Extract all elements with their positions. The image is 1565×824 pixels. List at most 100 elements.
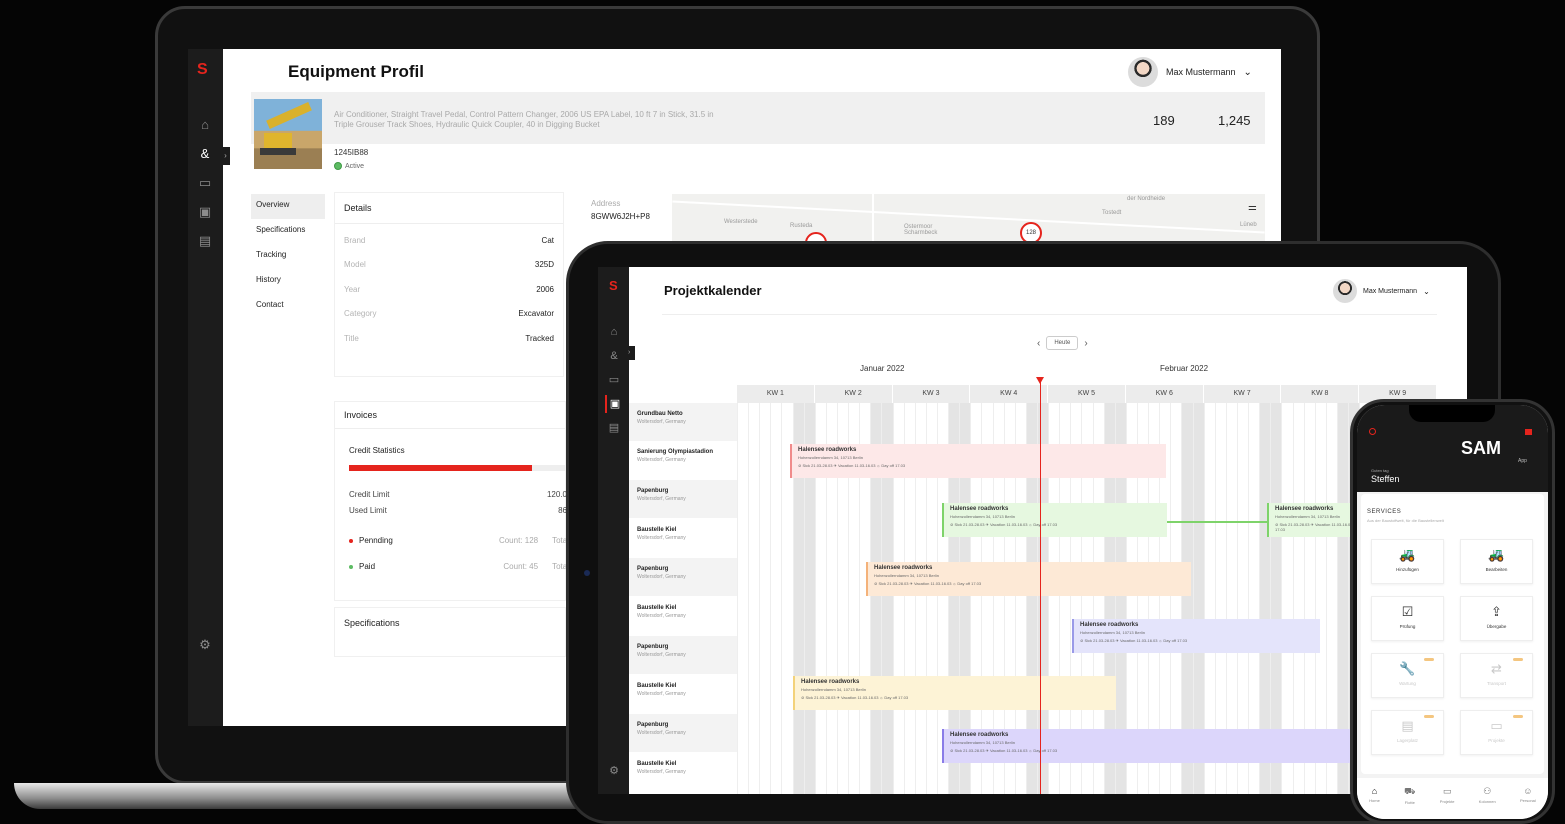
resource-row[interactable]: Grundbau Netto Woltersdorf, Germany — [629, 403, 737, 441]
chevron-left-icon[interactable]: ‹ — [1037, 338, 1040, 349]
user-menu[interactable]: Max Mustermann ⌄ — [1128, 57, 1252, 87]
folder-icon[interactable]: ▭ — [605, 371, 623, 389]
app-logo[interactable]: S — [609, 278, 618, 293]
services-subtitle: Aus der Baustoffwelt, für die Baustellen… — [1367, 518, 1444, 523]
map-marker[interactable]: 128 — [1020, 222, 1042, 242]
address-panel: Address 8GWW6J2H+P8 — [585, 194, 671, 242]
coming-soon-badge — [1513, 715, 1523, 718]
tab-projekte[interactable]: ▭ Projekte — [1440, 786, 1455, 819]
coming-soon-badge — [1424, 658, 1434, 661]
resource-row[interactable]: Papenburg Woltersdorf, Germany — [629, 714, 737, 752]
map-label: Rusteda — [790, 223, 813, 229]
map-label: der Nordheide — [1127, 196, 1166, 202]
notification-icon[interactable] — [1525, 429, 1532, 435]
garage-icon[interactable]: ▤ — [195, 231, 215, 251]
garage-icon[interactable]: ▤ — [605, 419, 623, 437]
status-text: Active — [345, 162, 365, 170]
resource-row[interactable]: Sanierung Olympiastadion Woltersdorf, Ger… — [629, 441, 737, 479]
phone-screen: SAM App Guten tag Steffen SERVICES Aus d… — [1357, 405, 1548, 819]
today-marker-icon — [1036, 377, 1044, 384]
booking-bar[interactable]: Halensee roadworks Hohenzollerndamm 34, 1… — [793, 676, 1116, 710]
booking-bar[interactable]: Halensee roadworks Hohenzollerndamm 34, 1… — [790, 444, 1166, 478]
tab-tracking[interactable]: Tracking — [251, 244, 325, 269]
calendar-icon[interactable]: ▣ — [605, 395, 623, 413]
tablet-screen: S ⌂ & ▭ ▣ ▤ ⚙ › Projektkalender Max Must… — [598, 267, 1467, 794]
equipment-description: Air Conditioner, Straight Travel Pedal, … — [334, 110, 714, 129]
gear-icon[interactable]: ⚙ — [605, 762, 623, 780]
gear-icon[interactable]: ⚙ — [195, 635, 215, 655]
detail-row: Model 325D — [344, 260, 554, 270]
resource-row[interactable]: Baustelle Kiel Woltersdorf, Germany — [629, 597, 737, 635]
folder-icon[interactable]: ▭ — [195, 173, 215, 193]
calendar-icon[interactable]: ▣ — [195, 202, 215, 222]
sidebar-collapse-icon[interactable]: › — [221, 147, 230, 165]
equipment-icon[interactable]: & — [195, 144, 215, 164]
phone-notch — [1409, 405, 1495, 422]
transfer-icon: ⇄ — [1491, 661, 1502, 676]
booking-bar[interactable]: Halensee roadworks Hohenzollerndamm 34, 1… — [866, 562, 1191, 596]
filter-sliders-icon[interactable]: ⚌ — [1248, 202, 1257, 213]
device-mockup-stage: S ⌂ & ▭ ▣ ▤ ⚙ › Equipment Profil Max Mus… — [0, 0, 1565, 824]
tab-flotte[interactable]: ⛟ Flotte — [1404, 786, 1415, 819]
home-icon[interactable]: ⌂ — [195, 115, 215, 135]
equipment-card-footer — [251, 144, 1265, 181]
week-header: KW 5 — [1048, 385, 1126, 403]
folder-icon: ▭ — [1490, 718, 1503, 733]
resource-row[interactable]: Baustelle Kiel Woltersdorf, Germany — [629, 519, 737, 557]
equipment-map[interactable]: Westerstede Rusteda Ostermoor Scharmbeck… — [672, 194, 1265, 242]
booking-bar[interactable]: Halensee roadworks Hohenzollerndamm 34, 1… — [1072, 619, 1320, 653]
booking-bar[interactable]: Halensee roadworks Hohenzollerndamm 34, 1… — [942, 503, 1167, 537]
avatar — [1333, 279, 1357, 303]
tile-pruefung[interactable]: ☑ Prüfung — [1371, 596, 1444, 641]
tab-personal[interactable]: ☺ Personal — [1520, 786, 1536, 819]
tablet-sidebar: S ⌂ & ▭ ▣ ▤ ⚙ — [598, 267, 629, 794]
laptop-sidebar: S ⌂ & ▭ ▣ ▤ ⚙ — [188, 49, 223, 726]
status-badge: Active — [334, 162, 364, 170]
user-name: Max Mustermann — [1166, 67, 1236, 77]
app-name: SAM — [1461, 438, 1501, 458]
day-gridline — [770, 403, 772, 794]
credit-statistics-label: Credit Statistics — [349, 446, 405, 455]
resource-row[interactable]: Papenburg Woltersdorf, Germany — [629, 636, 737, 674]
home-icon[interactable]: ⌂ — [605, 323, 623, 341]
sidebar-collapse-icon[interactable]: › — [628, 346, 635, 360]
resource-row[interactable]: Baustelle Kiel Woltersdorf, Germany — [629, 675, 737, 713]
equipment-icon[interactable]: & — [605, 347, 623, 365]
tab-specifications[interactable]: Specifications — [251, 219, 325, 244]
day-gridline — [759, 403, 761, 794]
week-header: KW 4 — [970, 385, 1049, 403]
app-logo[interactable]: S — [197, 61, 208, 79]
today-button[interactable]: Heute — [1046, 336, 1079, 350]
team-icon: ⚇ — [1483, 786, 1492, 796]
tab-kolonnen[interactable]: ⚇ Kolonnen — [1479, 786, 1496, 819]
tile-hinzufuegen[interactable]: 🚜 Hinzufügen — [1371, 539, 1444, 584]
invoices-title: Invoices — [335, 402, 565, 429]
resource-row[interactable]: Papenburg Woltersdorf, Germany — [629, 480, 737, 518]
pending-row: Pennding Count: 128 Total — [349, 536, 569, 545]
chevron-right-icon[interactable]: › — [1084, 338, 1087, 349]
resource-row[interactable]: Papenburg Woltersdorf, Germany — [629, 558, 737, 596]
tile-projekte: ▭ Projekte — [1460, 710, 1533, 755]
tab-home[interactable]: ⌂ Home — [1369, 786, 1380, 819]
tile-uebergabe[interactable]: ⇪ Übergabe — [1460, 596, 1533, 641]
day-gridline — [737, 403, 738, 794]
credit-limit-row: Credit Limit 120.0 — [349, 490, 567, 499]
profile-tabs: Overview Specifications Tracking History… — [251, 194, 325, 319]
user-menu[interactable]: Max Mustermann ⌄ — [1333, 279, 1430, 303]
resource-row[interactable]: Baustelle Kiel Woltersdorf, Germany — [629, 753, 737, 791]
handover-icon: ⇪ — [1491, 604, 1502, 619]
tile-bearbeiten[interactable]: 🚜 Bearbeiten — [1460, 539, 1533, 584]
tab-history[interactable]: History — [251, 269, 325, 294]
booking-bar[interactable]: Halensee roadworks Hohenzollerndamm 34, 1… — [942, 729, 1362, 763]
week-header: KW 6 — [1126, 385, 1204, 403]
invoices-panel: Invoices Credit Statistics Credit Limit 1… — [334, 401, 569, 601]
tab-overview[interactable]: Overview — [251, 194, 325, 219]
paid-dot-icon — [349, 564, 353, 569]
app-logo-icon[interactable] — [1369, 428, 1376, 435]
used-limit-row: Used Limit 86 — [349, 506, 567, 515]
map-label: Ostermoor Scharmbeck — [904, 224, 938, 236]
avatar — [1128, 57, 1158, 87]
coming-soon-badge — [1424, 715, 1434, 718]
tab-contact[interactable]: Contact — [251, 294, 325, 319]
equipment-id: 1245IB88 — [334, 148, 369, 157]
